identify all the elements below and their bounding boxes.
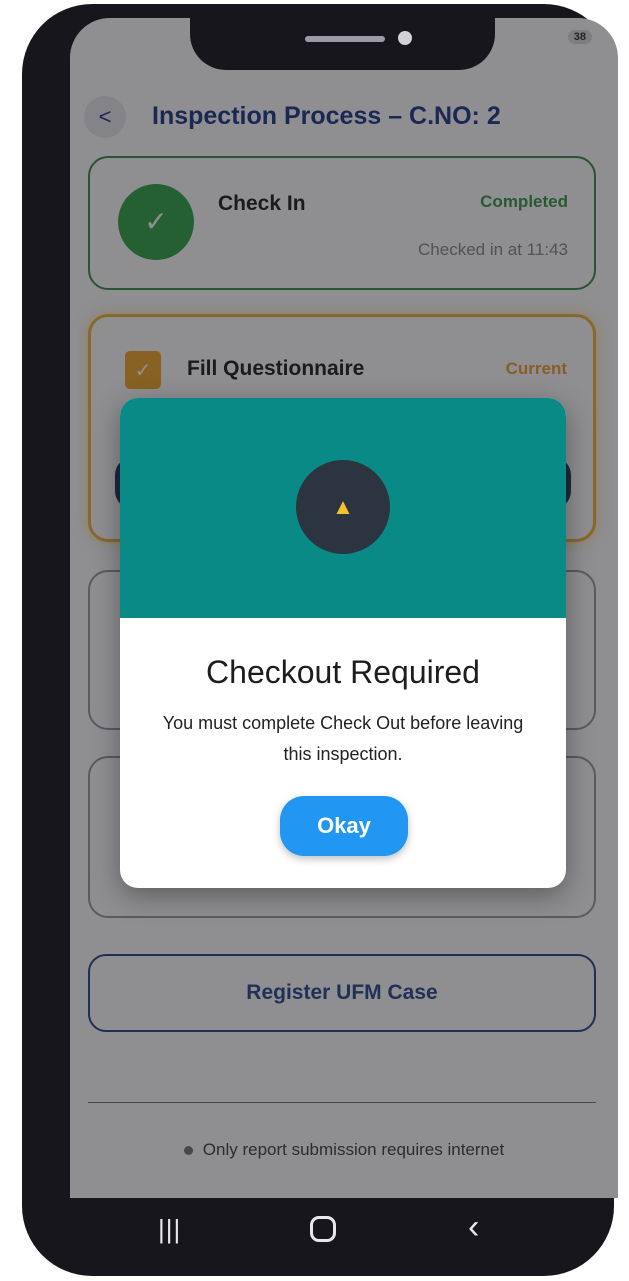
dialog-title: Checkout Required — [206, 654, 480, 690]
phone-frame: 11:44 ⊙ ⊘ ᯤ.ıl 38 < Inspection Process –… — [22, 4, 618, 1276]
dialog-message: You must complete Check Out before leavi… — [162, 713, 524, 764]
checkout-required-dialog: ▲ Checkout Required You must complete Ch… — [120, 398, 566, 888]
camera-notch — [190, 18, 495, 70]
warning-icon: ▲ — [296, 460, 390, 554]
dialog-header: ▲ — [120, 398, 566, 618]
okay-button[interactable]: Okay — [280, 796, 408, 856]
back-nav-icon[interactable]: ‹ — [468, 1208, 479, 1247]
home-icon[interactable] — [310, 1216, 336, 1242]
system-nav-bar: ||| ‹ — [48, 1194, 596, 1264]
front-camera — [398, 31, 412, 45]
speaker-grille — [305, 36, 385, 42]
app-screen: 11:44 ⊙ ⊘ ᯤ.ıl 38 < Inspection Process –… — [70, 18, 618, 1198]
recents-icon[interactable]: ||| — [158, 1214, 181, 1245]
